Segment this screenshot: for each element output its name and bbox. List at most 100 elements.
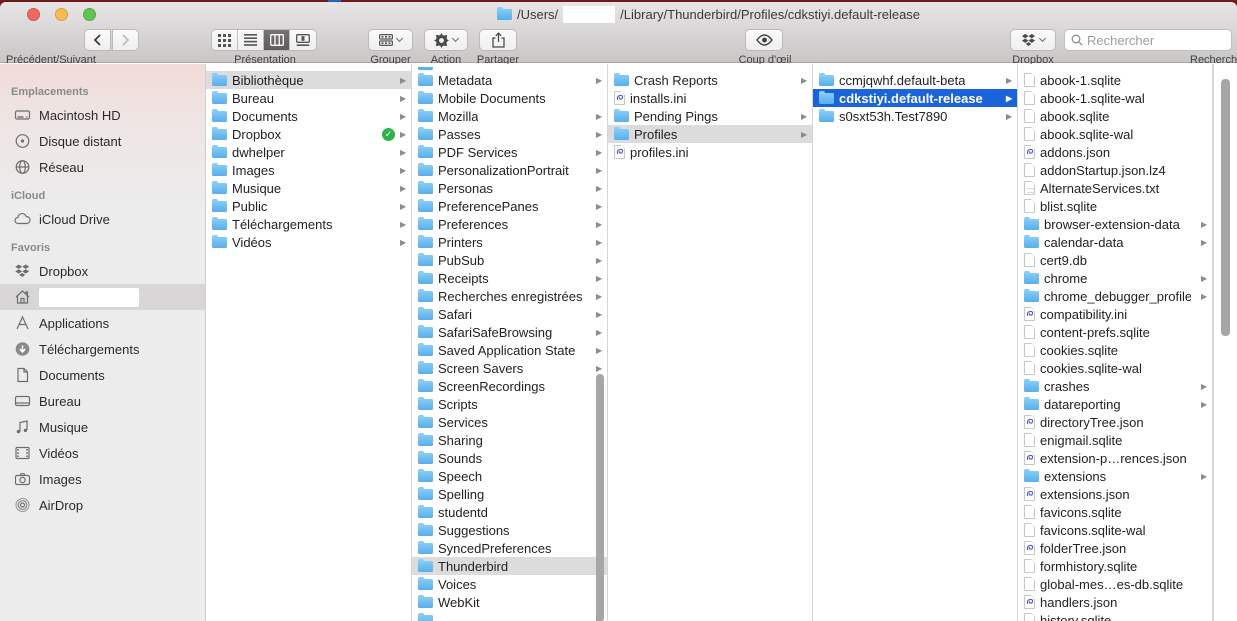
folder-row-vid-os[interactable]: Vidéos ▶ <box>206 233 411 251</box>
folder-row-thunderbird[interactable]: Thunderbird▶ <box>412 557 607 575</box>
file-row-installs-ini[interactable]: installs.ini <box>608 89 812 107</box>
folder-row-mobile-documents[interactable]: Mobile Documents <box>412 89 607 107</box>
file-row-enigmail-sqlite[interactable]: enigmail.sqlite <box>1018 431 1212 449</box>
folder-row-voices[interactable]: Voices▶ <box>412 575 607 593</box>
folder-row-services[interactable]: Services▶ <box>412 413 607 431</box>
scrollbar-track[interactable] <box>1213 64 1237 621</box>
folder-row-public[interactable]: Public ▶ <box>206 197 411 215</box>
folder-row-receipts[interactable]: Receipts ▶ <box>412 269 607 287</box>
sidebar-item-vid-os[interactable]: Vidéos <box>0 440 205 466</box>
folder-row-recherches-enregistr-es[interactable]: Recherches enregistrées ▶ <box>412 287 607 305</box>
sidebar-item-disque-distant[interactable]: Disque distant <box>0 128 205 154</box>
folder-row-datareporting[interactable]: datareporting ▶ <box>1018 395 1212 413</box>
folder-row-printers[interactable]: Printers ▶ <box>412 233 607 251</box>
folder-row-item[interactable]: ▶ <box>412 611 607 621</box>
sidebar-item-r-seau[interactable]: Réseau <box>0 154 205 180</box>
folder-row-webkit[interactable]: WebKit▶ <box>412 593 607 611</box>
file-row-cookies-sqlite-wal[interactable]: cookies.sqlite-wal <box>1018 359 1212 377</box>
folder-row-ccmjqwhf-default-beta[interactable]: ccmjqwhf.default-beta ▶ <box>813 71 1017 89</box>
folder-row-speech[interactable]: Speech▶ <box>412 467 607 485</box>
action-button[interactable] <box>424 29 468 51</box>
folder-row-preferencepanes[interactable]: PreferencePanes ▶ <box>412 197 607 215</box>
folder-row-preferences[interactable]: Preferences ▶ <box>412 215 607 233</box>
sidebar-item-t-l-chargements[interactable]: Téléchargements <box>0 336 205 362</box>
view-coverflow-button[interactable] <box>290 30 316 50</box>
folder-row-screen-savers[interactable]: Screen Savers ▶ <box>412 359 607 377</box>
folder-row-studentd[interactable]: studentd▶ <box>412 503 607 521</box>
folder-row-musique[interactable]: Musique ▶ <box>206 179 411 197</box>
folder-row-images[interactable]: Images ▶ <box>206 161 411 179</box>
file-row-extensions-json[interactable]: extensions.json <box>1018 485 1212 503</box>
file-row-history-sqlite[interactable]: history.sqlite <box>1018 611 1212 621</box>
view-icons-button[interactable] <box>212 30 238 50</box>
folder-row-biblioth-que[interactable]: Bibliothèque ▶ <box>206 71 411 89</box>
file-row-foldertree-json[interactable]: folderTree.json <box>1018 539 1212 557</box>
folder-row-safarisafebrowsing[interactable]: SafariSafeBrowsing ▶ <box>412 323 607 341</box>
file-row-cert9-db[interactable]: cert9.db <box>1018 251 1212 269</box>
folder-row-crashes[interactable]: crashes ▶ <box>1018 377 1212 395</box>
file-row-blist-sqlite[interactable]: blist.sqlite <box>1018 197 1212 215</box>
folder-row-bureau[interactable]: Bureau ▶ <box>206 89 411 107</box>
folder-row-suggestions[interactable]: Suggestions▶ <box>412 521 607 539</box>
folder-row-cdkstiyi-default-release[interactable]: cdkstiyi.default-release ▶ <box>813 89 1017 107</box>
folder-row-sounds[interactable]: Sounds▶ <box>412 449 607 467</box>
sidebar-item-images[interactable]: Images <box>0 466 205 492</box>
share-button[interactable] <box>479 29 517 51</box>
folder-row-scripts[interactable]: Scripts▶ <box>412 395 607 413</box>
folder-row-pending-pings[interactable]: Pending Pings ▶ <box>608 107 812 125</box>
file-row-addons-json[interactable]: addons.json <box>1018 143 1212 161</box>
file-row-addonstartup-json-lz4[interactable]: addonStartup.json.lz4 <box>1018 161 1212 179</box>
sidebar-item-icloud-drive[interactable]: iCloud Drive <box>0 206 205 232</box>
file-row-formhistory-sqlite[interactable]: formhistory.sqlite <box>1018 557 1212 575</box>
folder-row-extensions[interactable]: extensions ▶ <box>1018 467 1212 485</box>
folder-row-dropbox[interactable]: Dropbox ✓ ▶ <box>206 125 411 143</box>
folder-row-sharing[interactable]: Sharing▶ <box>412 431 607 449</box>
back-button[interactable] <box>84 29 111 51</box>
folder-row-spelling[interactable]: Spelling▶ <box>412 485 607 503</box>
close-button[interactable] <box>27 8 40 21</box>
dropbox-toolbar-button[interactable] <box>1010 29 1056 51</box>
sidebar-item-dropbox[interactable]: Dropbox <box>0 258 205 284</box>
view-columns-button[interactable] <box>264 30 290 50</box>
file-row-alternateservices-txt[interactable]: AlternateServices.txt <box>1018 179 1212 197</box>
sidebar-item-home[interactable] <box>0 284 205 310</box>
file-row-directorytree-json[interactable]: directoryTree.json <box>1018 413 1212 431</box>
file-row-abook-sqlite-wal[interactable]: abook.sqlite-wal <box>1018 125 1212 143</box>
sidebar-item-musique[interactable]: Musique <box>0 414 205 440</box>
file-row-abook-sqlite[interactable]: abook.sqlite <box>1018 107 1212 125</box>
search-input[interactable] <box>1087 32 1225 48</box>
folder-row-browser-extension-data[interactable]: browser-extension-data ▶ <box>1018 215 1212 233</box>
file-row-abook-1-sqlite-wal[interactable]: abook-1.sqlite-wal <box>1018 89 1212 107</box>
folder-row-crash-reports[interactable]: Crash Reports ▶ <box>608 71 812 89</box>
folder-row-personas[interactable]: Personas ▶ <box>412 179 607 197</box>
view-list-button[interactable] <box>238 30 264 50</box>
file-row-favicons-sqlite-wal[interactable]: favicons.sqlite-wal <box>1018 521 1212 539</box>
folder-row-chrome[interactable]: chrome ▶ <box>1018 269 1212 287</box>
file-row-content-prefs-sqlite[interactable]: content-prefs.sqlite <box>1018 323 1212 341</box>
file-row-extension-p-rences-json[interactable]: extension-p…rences.json <box>1018 449 1212 467</box>
folder-row-calendar-data[interactable]: calendar-data ▶ <box>1018 233 1212 251</box>
folder-row-profiles[interactable]: Profiles ▶ <box>608 125 812 143</box>
folder-row-pdf-services[interactable]: PDF Services ▶ <box>412 143 607 161</box>
file-row-profiles-ini[interactable]: profiles.ini <box>608 143 812 161</box>
forward-button[interactable] <box>112 29 139 51</box>
sidebar-item-documents[interactable]: Documents <box>0 362 205 388</box>
file-row-favicons-sqlite[interactable]: favicons.sqlite <box>1018 503 1212 521</box>
sidebar-item-macintosh-hd[interactable]: Macintosh HD <box>0 102 205 128</box>
folder-row-t-l-chargements[interactable]: Téléchargements ▶ <box>206 215 411 233</box>
folder-row-passes[interactable]: Passes ▶ <box>412 125 607 143</box>
file-row-compatibility-ini[interactable]: compatibility.ini <box>1018 305 1212 323</box>
quicklook-button[interactable] <box>745 29 783 51</box>
folder-row-safari[interactable]: Safari ▶ <box>412 305 607 323</box>
zoom-button[interactable] <box>83 8 96 21</box>
file-row-abook-1-sqlite[interactable]: abook-1.sqlite <box>1018 71 1212 89</box>
file-row-global-mes-es-db-sqlite[interactable]: global-mes…es-db.sqlite <box>1018 575 1212 593</box>
folder-row-syncedpreferences[interactable]: SyncedPreferences▶ <box>412 539 607 557</box>
folder-row-pubsub[interactable]: PubSub ▶ <box>412 251 607 269</box>
column-scrollbar-thumb[interactable] <box>596 374 604 621</box>
folder-row-personalizationportrait[interactable]: PersonalizationPortrait ▶ <box>412 161 607 179</box>
folder-row-saved-application-state[interactable]: Saved Application State ▶ <box>412 341 607 359</box>
sidebar-item-bureau[interactable]: Bureau <box>0 388 205 414</box>
group-button[interactable] <box>368 29 413 51</box>
folder-row-screenrecordings[interactable]: ScreenRecordings▶ <box>412 377 607 395</box>
